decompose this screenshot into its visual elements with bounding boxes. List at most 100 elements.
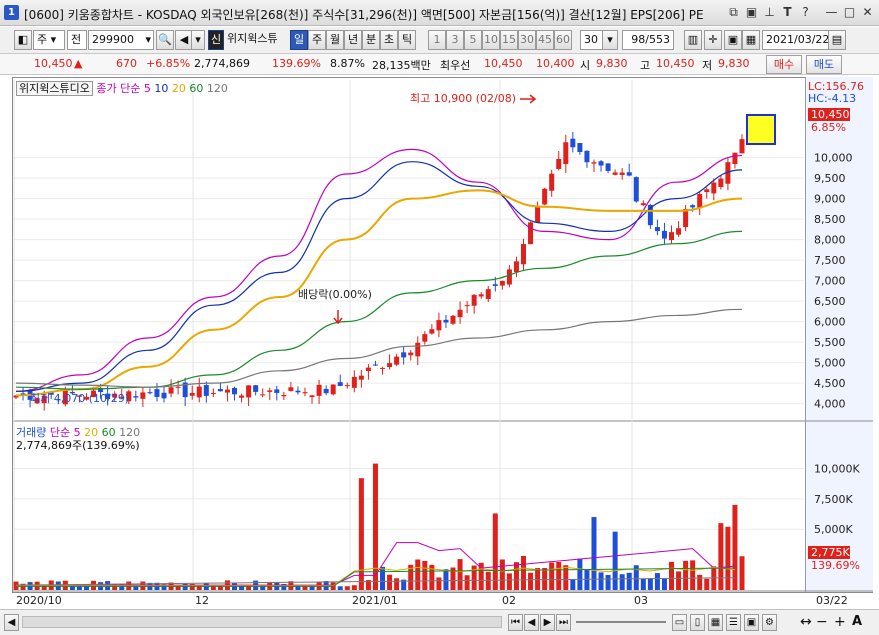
candle-body: [661, 230, 667, 239]
candle-body: [344, 385, 350, 387]
candle-body: [612, 172, 618, 175]
candle-body: [387, 363, 393, 367]
price-tick-label: 6,000: [814, 316, 846, 329]
volume-bar: [626, 572, 632, 590]
volume-bar: [647, 578, 653, 590]
candle-body: [563, 142, 569, 165]
candle-body: [570, 138, 576, 148]
legend-period-120: 120: [203, 82, 228, 95]
volume-value: 2,774,869주(139.69%): [16, 439, 140, 452]
candle-body: [154, 389, 160, 397]
candle-body: [450, 315, 456, 324]
price-tick-label: 5,000: [814, 357, 846, 370]
annotation-high: 최고 10,900 (02/08): [410, 92, 516, 105]
candle-body: [380, 367, 386, 369]
legend-ma-label: 종가 단순: [96, 82, 141, 95]
settings-icon[interactable]: ⚙: [762, 614, 777, 631]
x-axis-end-label: 03/22: [816, 594, 848, 607]
candle-body: [224, 389, 230, 393]
list-icon[interactable]: ☰: [726, 614, 741, 631]
volume-bar: [612, 531, 618, 590]
annotation-dividend-arrow: [333, 310, 343, 325]
x-axis-label: 02: [502, 594, 516, 607]
volume-tick-label: 5,000K: [814, 523, 853, 536]
volume-tag: 2,775K: [811, 546, 850, 559]
plus-icon[interactable]: +: [834, 614, 846, 630]
candle-body: [605, 163, 611, 171]
volume-bar: [556, 562, 562, 590]
candle-body: [372, 364, 378, 366]
shrink-icon[interactable]: ↔: [800, 614, 812, 630]
window-icon-small[interactable]: ▣: [744, 614, 759, 631]
candle-body: [422, 334, 428, 342]
price-tick-label: 8,500: [814, 213, 846, 226]
volume-bar: [499, 559, 505, 590]
candle-body: [274, 389, 280, 393]
volume-bar: [217, 586, 223, 590]
candle-body: [288, 387, 294, 391]
scrollbar[interactable]: [22, 616, 502, 628]
price-tick-label: 6,500: [814, 295, 846, 308]
candle-body: [471, 294, 477, 306]
text-size-icon[interactable]: A: [852, 614, 862, 629]
volume-bar: [520, 555, 526, 590]
candle-body: [697, 194, 703, 209]
volume-bar: [337, 586, 343, 590]
volume-bar: [584, 570, 590, 590]
price-legend: 위지윅스튜디오 종가 단순 5 10 20 60 120: [16, 80, 228, 96]
candle-body: [239, 395, 245, 398]
minus-icon[interactable]: −: [816, 614, 828, 630]
volume-bar: [563, 565, 569, 590]
volume-bar: [380, 566, 386, 590]
candle-body: [520, 244, 526, 265]
zoom-out-icon[interactable]: ▭: [672, 614, 687, 631]
prev-icon[interactable]: ◀: [524, 614, 539, 631]
volume-bar: [690, 560, 696, 590]
legend-stock-name[interactable]: 위지윅스튜디오: [16, 81, 93, 96]
candle-body: [704, 189, 710, 193]
volume-bar: [464, 575, 470, 590]
price-tick-label: 10,000: [814, 152, 853, 165]
candle-body: [654, 227, 660, 232]
price-tick-label: 7,500: [814, 254, 846, 267]
candle-body: [619, 172, 625, 175]
price-tag: 10,450: [811, 108, 850, 121]
volume-bar: [619, 574, 625, 590]
price-tick-label: 9,500: [814, 172, 846, 185]
legend-period-60: 60: [185, 82, 204, 95]
ma-line-ma5: [15, 148, 743, 392]
candle-body: [633, 177, 639, 202]
candle-body: [499, 280, 505, 286]
candle-body: [577, 143, 583, 153]
candle-body: [429, 329, 435, 334]
candle-body: [330, 384, 336, 395]
tile-icon[interactable]: ▦: [708, 614, 723, 631]
candle-body: [415, 342, 421, 357]
next-icon[interactable]: ▶: [540, 614, 555, 631]
volume-bar: [542, 567, 548, 590]
volume-bar: [492, 513, 498, 590]
price-tick-label: 5,500: [814, 336, 846, 349]
ma-line-ma10: [15, 161, 743, 392]
candle-body: [718, 178, 724, 188]
scroll-left-icon[interactable]: ◀: [4, 614, 19, 631]
ma-line-ma20: [15, 189, 743, 397]
candle-body: [302, 392, 308, 394]
x-axis-label: 2020/10: [16, 594, 62, 607]
first-icon[interactable]: ⏮: [508, 614, 523, 631]
volume-bar: [528, 572, 534, 590]
zoom-in-icon[interactable]: ▯: [690, 614, 705, 631]
candle-body: [196, 386, 202, 398]
candle-body: [246, 385, 252, 398]
candle-body: [408, 352, 414, 356]
zoom-slider[interactable]: [576, 621, 666, 623]
volume-bar: [669, 561, 675, 590]
candle-body: [676, 228, 682, 235]
ma-line-ma120: [15, 308, 743, 388]
volume-bar: [485, 571, 491, 590]
candle-body: [528, 222, 534, 245]
candle-body: [189, 393, 195, 396]
candle-body: [309, 395, 315, 398]
volume-bar: [443, 569, 449, 590]
last-icon[interactable]: ⏭: [556, 614, 571, 631]
